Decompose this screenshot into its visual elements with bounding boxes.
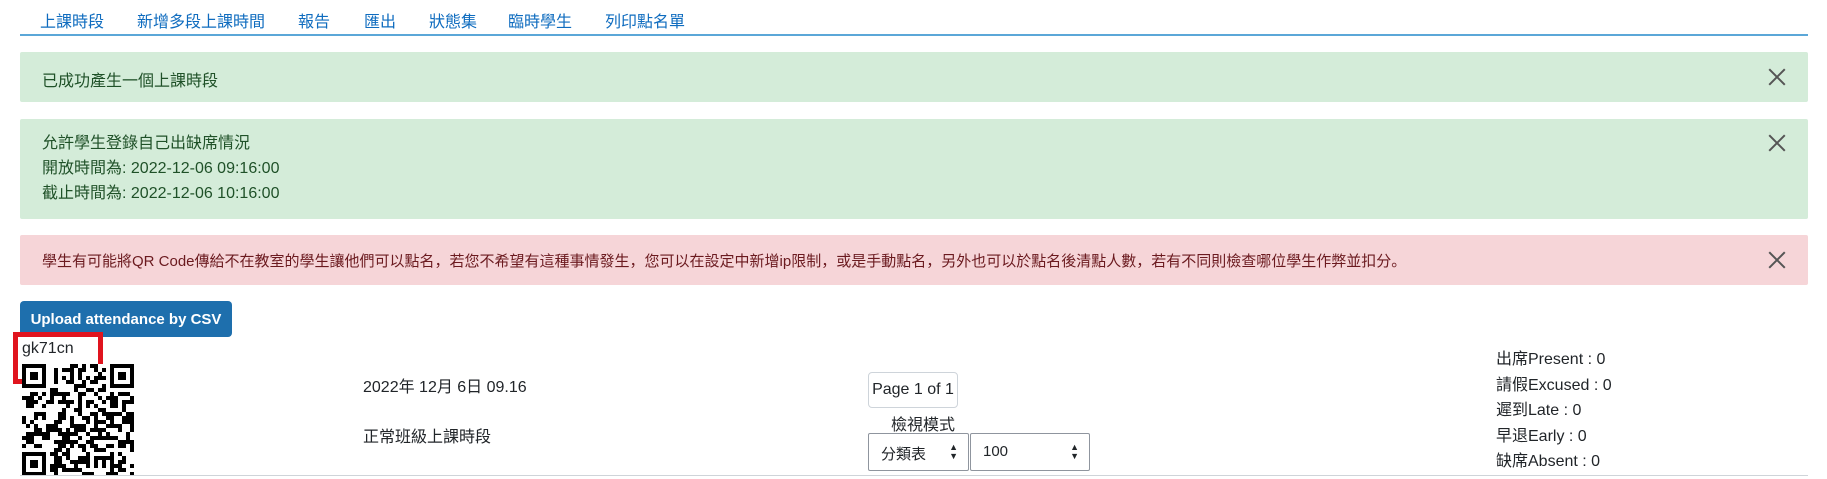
- tab-report[interactable]: 報告: [298, 8, 330, 32]
- alert-session-created: 已成功產生一個上課時段: [20, 52, 1808, 102]
- attendance-tabs: 上課時段 新增多段上課時間 報告 匯出 狀態集 臨時學生 列印點名單: [20, 0, 1808, 36]
- stat-early: 早退Early : 0: [1496, 427, 1587, 445]
- open-time: 開放時間為: 2022-12-06 09:16:00: [42, 160, 280, 177]
- page-size-select[interactable]: 100 ▲ ▼: [970, 433, 1090, 471]
- tab-status-set[interactable]: 狀態集: [429, 8, 477, 32]
- select-arrows-icon: ▲ ▼: [1070, 442, 1079, 461]
- stat-absent: 缺席Absent : 0: [1496, 453, 1601, 470]
- tab-temporary-students[interactable]: 臨時學生: [508, 8, 572, 32]
- page-size-value: 100: [983, 443, 1009, 460]
- close-icon[interactable]: [1768, 134, 1786, 152]
- tab-export[interactable]: 匯出: [364, 8, 396, 32]
- view-mode-select[interactable]: 分類表 ▲ ▼: [868, 433, 969, 471]
- close-icon[interactable]: [1768, 251, 1786, 269]
- stat-present: 出席Present : 0: [1496, 351, 1606, 368]
- alert-qr-warning-text: 學生有可能將QR Code傳給不在教室的學生讓他們可以點名，若您不希望有這種事情…: [42, 253, 1407, 270]
- table-divider: [20, 475, 1808, 476]
- close-icon[interactable]: [1768, 68, 1786, 86]
- alert-self-registration: 允許學生登錄自己出缺席情況 開放時間為: 2022-12-06 09:16:00…: [20, 119, 1808, 219]
- view-mode-label: 檢視模式: [891, 417, 956, 434]
- session-date: 2022年 12月 6日 09.16: [363, 379, 527, 396]
- close-time: 截止時間為: 2022-12-06 10:16:00: [42, 185, 280, 202]
- attendance-stats: 出席Present : 0 請假Excused : 0 遲到Late : 0 早…: [1496, 347, 1612, 475]
- alert-qr-warning: 學生有可能將QR Code傳給不在教室的學生讓他們可以點名，若您不希望有這種事情…: [20, 235, 1808, 285]
- select-arrows-icon: ▲ ▼: [949, 442, 958, 461]
- tab-sessions[interactable]: 上課時段: [40, 8, 104, 32]
- stat-excused: 請假Excused : 0: [1496, 376, 1612, 394]
- stat-late: 遲到Late : 0: [1496, 402, 1582, 419]
- view-mode-value: 分類表: [881, 446, 927, 463]
- alert-self-registration-text: 允許學生登錄自己出缺席情況 開放時間為: 2022-12-06 09:16:00…: [42, 131, 279, 206]
- self-registration-title: 允許學生登錄自己出缺席情況: [42, 135, 251, 152]
- tab-print-roll[interactable]: 列印點名單: [605, 8, 685, 32]
- alert-session-created-text: 已成功產生一個上課時段: [42, 73, 219, 90]
- qr-code-icon: [22, 364, 134, 476]
- session-type: 正常班級上課時段: [363, 429, 492, 446]
- page-indicator[interactable]: Page 1 of 1: [868, 372, 958, 408]
- tab-add-multiple-sessions[interactable]: 新增多段上課時間: [137, 8, 265, 32]
